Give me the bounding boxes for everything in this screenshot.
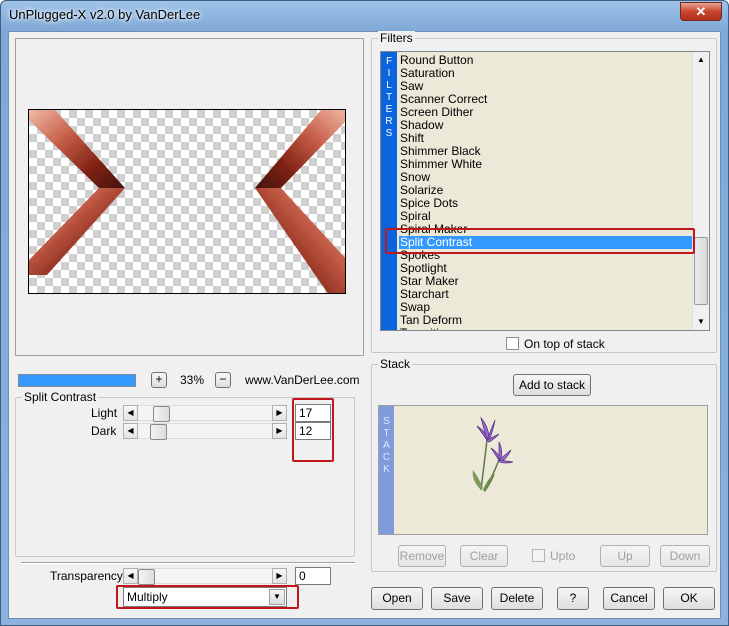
filters-strip-letter: S bbox=[385, 128, 393, 139]
filters-list[interactable]: FILTERS Round Button Saturation Saw Scanner… bbox=[380, 51, 710, 331]
add-to-stack-button[interactable]: Add to stack bbox=[513, 374, 591, 396]
filter-item[interactable]: Spice Dots bbox=[399, 197, 693, 210]
light-slider[interactable]: ◀ ▶ bbox=[123, 405, 287, 422]
dark-slider[interactable]: ◀ ▶ bbox=[123, 423, 287, 440]
plugin-window: UnPlugged-X v2.0 by VanDerLee ✕ + 33% − … bbox=[0, 0, 729, 626]
value-fields-highlight bbox=[292, 398, 334, 462]
filter-item[interactable]: Starchart bbox=[399, 288, 693, 301]
help-button[interactable]: ? bbox=[557, 587, 589, 610]
transparency-value-field[interactable]: 0 bbox=[295, 567, 331, 585]
window-title: UnPlugged-X v2.0 by VanDerLee bbox=[9, 7, 201, 22]
filter-settings-label: Split Contrast bbox=[22, 390, 99, 404]
stack-strip-letter: C bbox=[382, 452, 391, 463]
transparency-track[interactable] bbox=[138, 568, 272, 585]
transparency-decrease-button[interactable]: ◀ bbox=[123, 568, 138, 584]
zoom-level: 33% bbox=[180, 373, 205, 387]
separator bbox=[21, 562, 355, 564]
filters-strip-letter: L bbox=[386, 80, 392, 91]
dark-label: Dark bbox=[91, 424, 117, 438]
on-top-label: On top of stack bbox=[524, 337, 605, 351]
filter-item[interactable]: Transition bbox=[399, 327, 693, 331]
filters-strip: FILTERS bbox=[381, 52, 397, 330]
filter-item[interactable]: Snow bbox=[399, 171, 693, 184]
filters-strip-letter: I bbox=[387, 68, 391, 79]
progress-bar bbox=[18, 374, 136, 387]
filters-scrollbar[interactable]: ▲ ▼ bbox=[692, 52, 709, 330]
dark-decrease-button[interactable]: ◀ bbox=[123, 423, 138, 439]
on-top-checkbox[interactable] bbox=[506, 337, 519, 350]
dark-track[interactable] bbox=[138, 423, 272, 440]
close-button[interactable]: ✕ bbox=[680, 2, 722, 21]
website-link[interactable]: www.VanDerLee.com bbox=[245, 373, 360, 387]
flower-icon bbox=[472, 416, 514, 492]
filter-item[interactable]: Saturation bbox=[399, 67, 693, 80]
transparency-increase-button[interactable]: ▶ bbox=[272, 568, 287, 584]
dark-increase-button[interactable]: ▶ bbox=[272, 423, 287, 439]
filters-strip-letter: T bbox=[385, 92, 393, 103]
light-increase-button[interactable]: ▶ bbox=[272, 405, 287, 421]
delete-button[interactable]: Delete bbox=[491, 587, 543, 610]
stack-strip: STACK bbox=[379, 406, 394, 534]
preview-canvas[interactable] bbox=[28, 109, 346, 294]
light-thumb[interactable] bbox=[153, 406, 170, 422]
open-button[interactable]: Open bbox=[371, 587, 423, 610]
zoom-out-button[interactable]: − bbox=[215, 372, 231, 388]
transparency-label: Transparency bbox=[50, 569, 123, 583]
upto-checkbox[interactable] bbox=[532, 549, 545, 562]
filters-group-label: Filters bbox=[378, 31, 415, 45]
stack-strip-letter: T bbox=[383, 428, 390, 439]
filters-group: Filters FILTERS Round Button Saturation Sa… bbox=[371, 31, 717, 353]
down-button[interactable]: Down bbox=[660, 545, 710, 567]
upto-label: Upto bbox=[550, 549, 576, 563]
zoom-in-button[interactable]: + bbox=[151, 372, 167, 388]
scroll-thumb[interactable] bbox=[694, 237, 708, 305]
preview-image bbox=[29, 110, 345, 293]
filters-strip-letter: R bbox=[385, 116, 393, 127]
up-button[interactable]: Up bbox=[600, 545, 650, 567]
progress-fill bbox=[19, 375, 135, 386]
stack-strip-letter: K bbox=[383, 464, 390, 475]
ok-button[interactable]: OK bbox=[663, 587, 715, 610]
blend-mode-highlight bbox=[116, 585, 299, 609]
cancel-button[interactable]: Cancel bbox=[603, 587, 655, 610]
light-label: Light bbox=[91, 406, 118, 420]
title-bar[interactable]: UnPlugged-X v2.0 by VanDerLee ✕ bbox=[1, 1, 728, 31]
preview-panel bbox=[15, 38, 364, 356]
save-button[interactable]: Save bbox=[431, 587, 483, 610]
filter-item[interactable]: Screen Dither bbox=[399, 106, 693, 119]
filters-strip-letter: E bbox=[385, 104, 393, 115]
filter-item[interactable]: Shadow bbox=[399, 119, 693, 132]
left-chevron-bottom bbox=[29, 188, 125, 275]
stack-area[interactable]: STACK bbox=[378, 405, 708, 535]
transparency-slider[interactable]: ◀ ▶ bbox=[123, 568, 287, 585]
light-track[interactable] bbox=[138, 405, 272, 422]
remove-button[interactable]: Remove bbox=[398, 545, 446, 567]
left-chevron-top bbox=[29, 110, 125, 188]
stack-strip-letter: A bbox=[383, 440, 390, 451]
stack-strip-letter: S bbox=[383, 416, 390, 427]
filters-strip-letter: F bbox=[385, 56, 393, 67]
scroll-up-icon[interactable]: ▲ bbox=[693, 52, 709, 68]
client-area: + 33% − www.VanDerLee.com Split Contrast… bbox=[8, 31, 721, 619]
filter-item[interactable]: Shimmer White bbox=[399, 158, 693, 171]
clear-button[interactable]: Clear bbox=[460, 545, 508, 567]
dark-thumb[interactable] bbox=[150, 424, 167, 440]
scroll-down-icon[interactable]: ▼ bbox=[693, 314, 709, 330]
right-chevron-top bbox=[255, 110, 345, 188]
light-decrease-button[interactable]: ◀ bbox=[123, 405, 138, 421]
selected-filter-highlight bbox=[385, 228, 695, 254]
transparency-thumb[interactable] bbox=[138, 569, 155, 585]
right-chevron-bottom bbox=[255, 188, 345, 293]
stack-group-label: Stack bbox=[378, 357, 413, 371]
stack-group: Stack Add to stack STACK Remove Clear Up… bbox=[371, 357, 717, 572]
